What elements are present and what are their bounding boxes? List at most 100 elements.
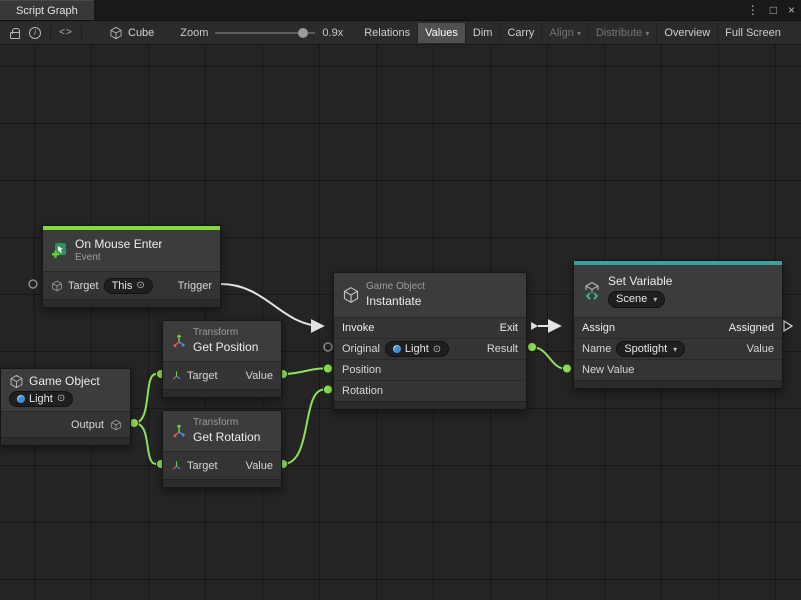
align-button[interactable]: Align▾ (541, 23, 587, 43)
mouse-enter-icon (51, 242, 69, 260)
maximize-icon[interactable]: □ (770, 4, 777, 16)
wire-light-to-getposition[interactable] (134, 374, 156, 423)
graph-canvas[interactable]: On Mouse Enter Event Target This ⊙ Trigg… (0, 45, 801, 600)
relations-button[interactable]: Relations (357, 23, 417, 43)
chevron-down-icon: ▾ (645, 29, 649, 38)
node-game-object-light[interactable]: Game Object Light ⊙ Output (0, 368, 131, 446)
zoom-slider[interactable] (215, 32, 315, 34)
node-title: Get Rotation (193, 430, 260, 445)
port-exit-arrow[interactable] (531, 322, 538, 330)
chevron-down-icon: ▾ (653, 295, 657, 305)
port-label-assigned: Assigned (729, 322, 774, 334)
distribute-button[interactable]: Distribute▾ (588, 23, 656, 43)
toolbar-separator (50, 25, 51, 40)
wire-position-value[interactable] (283, 368, 324, 374)
chevron-down-icon: ▾ (577, 29, 581, 38)
lock-icon[interactable] (5, 23, 25, 43)
transform-icon (171, 423, 187, 439)
object-picker-icon[interactable]: ⊙ (57, 393, 65, 404)
overview-button[interactable]: Overview (656, 23, 717, 43)
port-label-new-value: New Value (582, 364, 634, 376)
code-preview-icon[interactable]: <> (56, 23, 76, 43)
node-title: Get Position (193, 340, 258, 355)
node-footer (163, 479, 281, 487)
node-footer (1, 437, 130, 445)
node-category: Game Object (366, 281, 425, 294)
original-value-chip[interactable]: Light ⊙ (385, 341, 449, 357)
values-button[interactable]: Values (417, 23, 465, 43)
variable-scope-chip[interactable]: Scene ▾ (608, 291, 665, 309)
port-label-assign: Assign (582, 322, 615, 334)
node-footer (574, 380, 782, 388)
port-label-invoke: Invoke (342, 322, 374, 334)
port-original-input[interactable] (324, 343, 332, 351)
port-result-output[interactable] (528, 343, 537, 352)
toolbar-separator (81, 25, 82, 40)
node-set-variable[interactable]: Set Variable Scene ▾ Assign Assigned Nam… (573, 260, 783, 389)
node-footer (163, 389, 281, 397)
node-on-mouse-enter[interactable]: On Mouse Enter Event Target This ⊙ Trigg… (42, 225, 221, 308)
node-footer (334, 401, 526, 409)
target-value-chip[interactable]: This ⊙ (104, 278, 153, 294)
port-assigned-arrow[interactable] (784, 321, 792, 331)
node-subtitle: Event (75, 252, 162, 265)
light-object-chip[interactable]: Light ⊙ (9, 391, 73, 407)
node-get-position[interactable]: Transform Get Position Target Value (162, 320, 282, 398)
window-tab-bar: Script Graph ⋮ □ × (0, 0, 801, 20)
node-category: Transform (193, 327, 258, 340)
port-label-value: Value (246, 460, 273, 472)
port-target-input[interactable] (29, 280, 37, 288)
port-label-target: Target (187, 370, 218, 382)
chevron-down-icon: ▾ (673, 345, 677, 354)
port-label-target: Target (68, 280, 99, 292)
port-label-output: Output (71, 419, 104, 431)
port-position-input[interactable] (324, 364, 333, 373)
game-object-icon (9, 374, 24, 389)
graph-toolbar: i <> Cube Zoom 0.9x Relations Values Dim… (0, 20, 801, 45)
node-title: Game Object (29, 374, 100, 388)
port-rotation-input[interactable] (324, 385, 333, 394)
dim-button[interactable]: Dim (465, 23, 500, 43)
wire-result-to-newvalue[interactable] (532, 347, 564, 369)
port-label-value: Value (246, 370, 273, 382)
port-label-position: Position (342, 364, 381, 376)
node-instantiate[interactable]: Game Object Instantiate Invoke Exit Orig… (333, 272, 527, 410)
set-variable-icon (582, 281, 602, 301)
node-title: On Mouse Enter (75, 237, 162, 252)
light-icon (17, 395, 25, 403)
object-picker-icon[interactable]: ⊙ (433, 344, 441, 355)
node-title: Instantiate (366, 294, 425, 309)
port-label-result: Result (487, 343, 518, 355)
window-menu-icon[interactable]: ⋮ (747, 4, 759, 16)
wire-light-to-getrotation[interactable] (134, 423, 156, 464)
wire-rotation-value[interactable] (283, 390, 324, 465)
object-picker-icon[interactable]: ⊙ (136, 280, 144, 291)
variable-name-chip[interactable]: Spotlight ▾ (616, 341, 685, 357)
close-icon[interactable]: × (788, 4, 795, 16)
port-label-target: Target (187, 460, 218, 472)
zoom-slider-handle[interactable] (298, 28, 308, 38)
port-label-exit: Exit (500, 322, 518, 334)
port-label-trigger: Trigger (178, 280, 212, 292)
zoom-label: Zoom (180, 27, 208, 39)
port-newvalue-input[interactable] (563, 364, 572, 373)
port-label-name: Name (582, 343, 611, 355)
tab-script-graph[interactable]: Script Graph (0, 0, 94, 20)
game-object-icon (51, 280, 63, 292)
transform-icon (171, 370, 182, 381)
port-label-value: Value (747, 343, 774, 355)
node-get-rotation[interactable]: Transform Get Rotation Target Value (162, 410, 282, 488)
cube-icon (109, 26, 123, 40)
fullscreen-button[interactable]: Full Screen (717, 23, 788, 43)
graph-breadcrumb[interactable]: Cube (109, 26, 154, 40)
info-icon[interactable]: i (25, 23, 45, 43)
graph-name-label: Cube (128, 27, 154, 39)
carry-button[interactable]: Carry (499, 23, 541, 43)
tab-title: Script Graph (16, 5, 78, 17)
port-label-original: Original (342, 343, 380, 355)
zoom-value: 0.9x (322, 27, 343, 39)
game-object-icon (110, 419, 122, 431)
transform-icon (171, 460, 182, 471)
game-object-icon (342, 286, 360, 304)
node-footer (43, 299, 220, 307)
